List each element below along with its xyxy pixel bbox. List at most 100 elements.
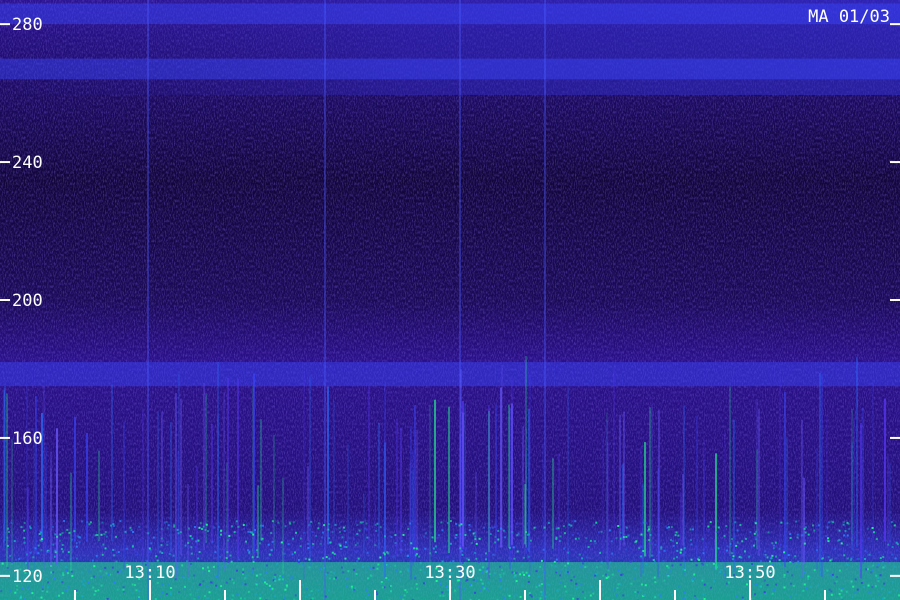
speckle	[516, 550, 519, 553]
speckle	[231, 525, 233, 528]
speckle	[452, 560, 455, 563]
speckle	[830, 593, 833, 596]
speckle	[317, 527, 320, 530]
speckle	[682, 568, 685, 571]
speckle	[252, 567, 255, 570]
speckle	[769, 543, 771, 546]
speckle	[245, 524, 248, 527]
speckle	[242, 573, 244, 576]
speckle	[736, 541, 739, 544]
speckle	[129, 526, 132, 529]
speckle	[232, 594, 235, 597]
speckle	[113, 581, 116, 584]
speckle	[523, 556, 525, 559]
speckle	[224, 566, 227, 569]
speckle	[90, 577, 93, 580]
speckle	[147, 532, 150, 535]
speckle	[130, 529, 133, 532]
speckle	[710, 586, 712, 589]
speckle	[47, 550, 50, 553]
speckle	[197, 539, 200, 542]
speckle	[327, 523, 330, 526]
speckle	[634, 594, 637, 597]
speckle	[431, 536, 434, 539]
speckle	[1, 562, 4, 565]
speckle	[460, 523, 463, 526]
speckle	[497, 529, 500, 532]
speckle	[339, 544, 342, 547]
speckle	[227, 560, 230, 563]
speckle	[70, 570, 73, 573]
speckle	[244, 576, 247, 579]
speckle	[91, 536, 94, 539]
speckle	[848, 527, 851, 530]
speckle	[705, 563, 708, 566]
speckle	[792, 560, 795, 563]
speckle	[226, 551, 229, 554]
speckle	[394, 542, 397, 544]
speckle	[271, 540, 274, 543]
speckle	[483, 526, 485, 529]
speckle	[610, 540, 613, 543]
speckle	[843, 534, 846, 537]
speckle	[783, 551, 786, 554]
speckle	[55, 595, 58, 598]
speckle	[312, 534, 315, 537]
speckle	[485, 587, 488, 590]
speckle	[670, 538, 673, 541]
speckle	[616, 587, 619, 589]
speckle	[535, 570, 538, 573]
speckle	[50, 536, 53, 539]
speckle	[60, 548, 63, 551]
speckle	[804, 531, 807, 534]
speckle	[502, 529, 505, 532]
speckle	[633, 558, 636, 561]
speckle	[120, 571, 123, 574]
speckle	[404, 544, 406, 547]
speckle	[864, 558, 866, 560]
speckle	[876, 566, 879, 569]
speckle	[555, 536, 558, 539]
speckle	[251, 570, 254, 573]
speckle	[670, 526, 673, 528]
speckle	[178, 590, 181, 593]
speckle	[71, 574, 74, 577]
speckle	[339, 531, 341, 534]
speckle	[739, 524, 742, 526]
speckle	[719, 568, 722, 571]
speckle	[860, 581, 863, 584]
speckle	[179, 531, 182, 534]
speckle	[764, 550, 767, 553]
speckle	[731, 552, 734, 555]
speckle	[204, 529, 207, 531]
speckle	[698, 559, 701, 561]
speckle	[251, 556, 254, 559]
speckle	[195, 540, 198, 543]
speckle	[152, 536, 155, 539]
speckle	[786, 522, 789, 525]
speckle	[247, 590, 250, 593]
speckle	[701, 538, 704, 541]
speckle	[406, 554, 409, 557]
speckle	[365, 596, 368, 599]
speckle	[744, 537, 747, 540]
speckle	[322, 557, 325, 560]
speckle	[206, 597, 209, 600]
speckle	[82, 583, 85, 586]
speckle	[508, 594, 511, 597]
speckle	[83, 579, 86, 582]
speckle	[474, 591, 477, 594]
speckle	[41, 588, 44, 591]
speckle	[188, 527, 190, 530]
speckle	[102, 543, 105, 546]
speckle	[134, 550, 137, 553]
speckle	[309, 524, 311, 527]
speckle	[666, 565, 669, 568]
speckle	[442, 595, 445, 597]
speckle	[514, 574, 517, 577]
speckle	[729, 542, 732, 545]
speckle	[190, 546, 193, 549]
speckle	[380, 582, 383, 585]
speckle	[459, 532, 462, 535]
speckle	[390, 590, 392, 593]
